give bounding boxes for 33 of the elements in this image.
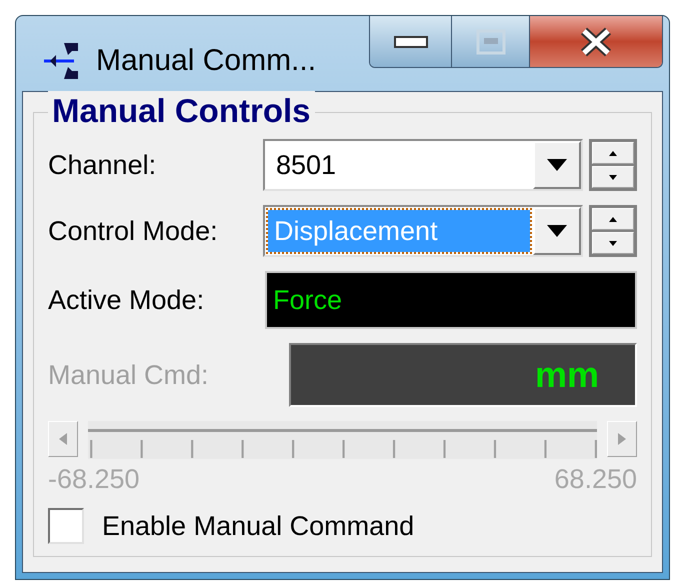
minimize-icon	[394, 36, 428, 48]
field-label: Control Mode:	[48, 214, 218, 248]
field-label: Manual Cmd:	[48, 358, 209, 392]
field-label: Active Mode:	[48, 284, 204, 317]
dropdown-field[interactable]: 8501	[263, 139, 583, 191]
dropdown-arrow-button[interactable]	[533, 141, 581, 189]
status-display: Force	[265, 271, 637, 329]
up-arrow-icon	[609, 150, 617, 156]
down-arrow-icon	[609, 240, 617, 246]
caret-icon	[547, 225, 567, 237]
scroll-right-button[interactable]	[607, 421, 637, 457]
checkbox-label: Enable Manual Command	[102, 510, 414, 542]
dropdown-arrow-button[interactable]	[533, 207, 581, 255]
close-button[interactable]	[530, 16, 662, 67]
dropdown-value: 8501	[275, 148, 338, 182]
max-value-label: 68.250	[554, 463, 637, 496]
field-label: Channel:	[48, 148, 156, 182]
spin-buttons[interactable]	[589, 205, 637, 257]
spin-buttons[interactable]	[589, 139, 637, 191]
maximize-icon	[476, 28, 506, 54]
left-arrow-icon	[59, 433, 67, 445]
min-value-label: -68.250	[48, 463, 140, 496]
scroll-left-button[interactable]	[48, 421, 78, 457]
right-arrow-icon	[618, 433, 626, 445]
up-arrow-icon	[609, 216, 617, 222]
close-icon	[579, 26, 613, 56]
down-arrow-icon	[609, 174, 617, 180]
minimize-button[interactable]	[370, 16, 452, 67]
checkbox[interactable]	[48, 508, 84, 544]
dropdown-value: Displacement	[268, 210, 530, 252]
unit-label: mm	[534, 353, 599, 397]
caret-icon	[547, 159, 567, 171]
window-title: Manual Comm...	[96, 43, 316, 79]
